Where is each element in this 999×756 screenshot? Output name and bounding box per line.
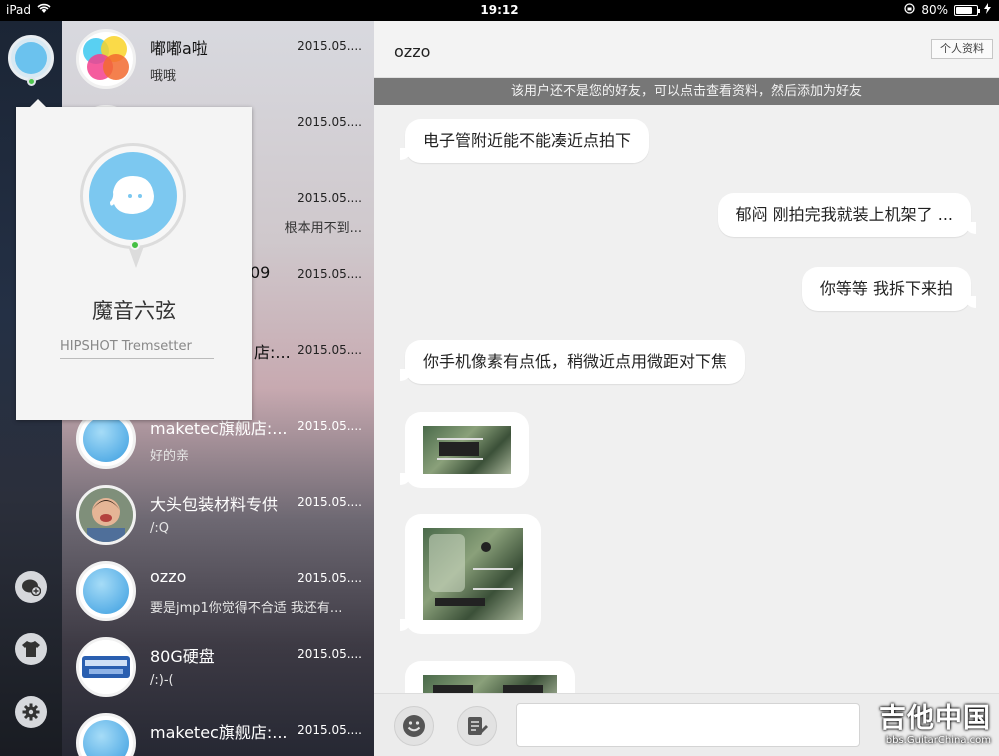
conversation-item[interactable]: 80G硬盘 2015.05.... /:)-( <box>62 629 374 705</box>
orientation-lock-icon <box>904 3 915 17</box>
image-message[interactable] <box>400 514 541 634</box>
conversation-name: 店:... <box>254 343 291 362</box>
image-message[interactable] <box>400 412 529 488</box>
message-input[interactable] <box>516 703 860 747</box>
kid-photo-icon <box>79 488 133 542</box>
profile-avatar <box>80 143 186 268</box>
watermark: 吉他中国 bbs.GuitarChina.com <box>879 696 991 746</box>
battery-percent: 80% <box>921 3 948 17</box>
message-bubble: 你手机像素有点低，稍微近点用微距对下焦 <box>399 340 746 384</box>
online-status-dot <box>27 77 36 86</box>
compose-button[interactable] <box>457 706 497 746</box>
conversation-date: 2015.05.... <box>297 419 362 433</box>
clock: 19:12 <box>480 3 519 17</box>
conversation-date: 2015.05.... <box>297 571 362 585</box>
conversation-item[interactable]: 嘟嘟a啦 2015.05.... 哦哦 <box>62 21 374 97</box>
conversation-date: 2015.05.... <box>297 723 362 737</box>
profile-popup: 魔音六弦 HIPSHOT Tremsetter <box>16 99 252 420</box>
message-bubble: 电子管附近能不能凑近点拍下 <box>399 119 650 163</box>
add-chat-button[interactable] <box>15 571 47 603</box>
chat-title: ozzo <box>394 42 431 61</box>
circuit-photo <box>423 675 557 693</box>
avatar <box>76 713 136 756</box>
avatar <box>76 637 136 697</box>
conversation-date: 2015.05.... <box>297 267 362 281</box>
compose-icon <box>468 717 488 735</box>
message-bubble: 郁闷 刚拍完我就装上机架了 ... <box>717 193 977 237</box>
circuit-photo <box>423 426 511 474</box>
conversation-preview: 要是jmp1你觉得不合适 我还有... <box>150 601 343 616</box>
watermark-title: 吉他中国 <box>879 703 991 734</box>
avatar-icon <box>83 720 129 756</box>
online-status-dot <box>130 240 140 250</box>
conversation-name: 大头包装材料专供 <box>150 495 279 514</box>
conversation-name: ozzo <box>150 567 187 586</box>
smile-icon <box>403 715 425 737</box>
conversation-date: 2015.05.... <box>297 343 362 357</box>
avatar-icon <box>83 416 129 462</box>
skin-button[interactable] <box>15 633 47 665</box>
profile-nickname: 魔音六弦 <box>92 299 176 323</box>
avatar-icon <box>83 568 129 614</box>
conversation-preview: /:)-( <box>150 673 174 688</box>
chat-header: ozzo 个人资料 <box>374 21 999 78</box>
conversation-date: 2015.05.... <box>297 39 362 53</box>
not-friend-notice[interactable]: 该用户还不是您的好友，可以点击查看资料，然后添加为好友 <box>374 78 999 105</box>
charging-icon <box>984 3 991 17</box>
conversation-name: 嘟嘟a啦 <box>150 39 208 58</box>
avatar <box>76 561 136 621</box>
message-list: 电子管附近能不能凑近点拍下 郁闷 刚拍完我就装上机架了 ... 你等等 我拆下来… <box>374 105 999 693</box>
popup-arrow <box>30 99 46 107</box>
conversation-item[interactable]: ozzo 2015.05.... 要是jmp1你觉得不合适 我还有... <box>62 553 374 629</box>
chat-add-icon <box>22 579 41 596</box>
avatar <box>76 485 136 545</box>
profile-button[interactable]: 个人资料 <box>931 39 993 59</box>
conversation-name: 80G硬盘 <box>150 647 215 666</box>
circuit-photo <box>423 528 523 620</box>
avatar-icon <box>15 42 47 74</box>
emoji-button[interactable] <box>394 706 434 746</box>
conversation-item[interactable]: maketec旗舰店:... 2015.05.... <box>62 705 374 756</box>
chat-panel: ozzo 个人资料 该用户还不是您的好友，可以点击查看资料，然后添加为好友 电子… <box>374 21 999 756</box>
shirt-icon <box>22 641 40 657</box>
status-bar: iPad 19:12 80% <box>0 0 999 21</box>
avatar <box>76 29 136 89</box>
conversation-name: 09 <box>250 263 271 282</box>
conversation-date: 2015.05.... <box>297 115 362 129</box>
conversation-date: 2015.05.... <box>297 647 362 661</box>
colors-icon <box>81 34 131 84</box>
conversation-preview: 好的亲 <box>150 449 190 464</box>
gear-icon <box>22 703 40 721</box>
conversation-name: maketec旗舰店:... <box>150 723 288 742</box>
conversation-preview: 哦哦 <box>150 69 177 84</box>
input-bar: 吉他中国 bbs.GuitarChina.com <box>374 693 999 756</box>
watermark-url: bbs.GuitarChina.com <box>885 735 991 746</box>
profile-signature: HIPSHOT Tremsetter <box>60 339 214 359</box>
image-message[interactable] <box>405 661 575 693</box>
conversation-preview: /:Q <box>150 521 169 536</box>
my-avatar-button[interactable] <box>8 35 54 86</box>
conversation-item[interactable]: 大头包装材料专供 2015.05.... /:Q <box>62 477 374 553</box>
conversation-date: 2015.05.... <box>297 495 362 509</box>
message-bubble: 你等等 我拆下来拍 <box>801 267 977 311</box>
conversation-date: 2015.05.... <box>297 191 362 205</box>
settings-button[interactable] <box>15 696 47 728</box>
ghost-avatar-icon <box>89 152 177 240</box>
battery-icon <box>954 4 980 16</box>
disk-logo-icon <box>79 640 133 694</box>
